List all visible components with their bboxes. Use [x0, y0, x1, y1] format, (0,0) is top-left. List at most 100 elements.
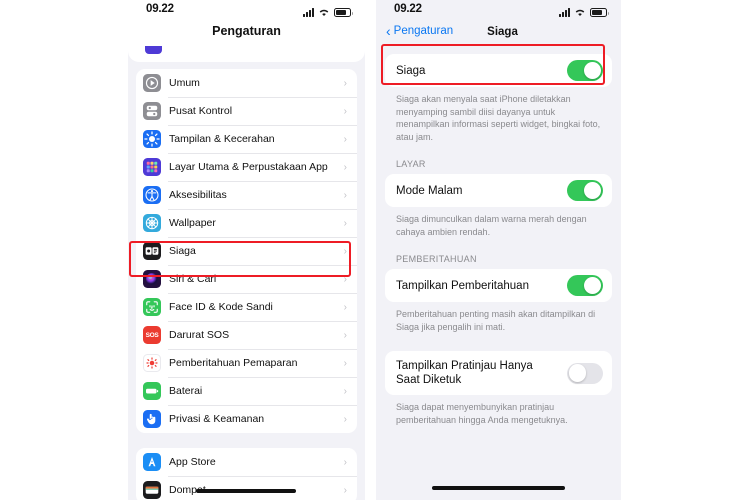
show-preview-card: Tampilkan Pratinjau Hanya Saat Diketuk — [385, 351, 612, 395]
toggle-knob — [583, 61, 602, 80]
show-notifications-card: Tampilkan Pemberitahuan — [385, 269, 612, 302]
sidebar-item-aksesibilitas[interactable]: Aksesibilitas › — [136, 181, 357, 209]
night-mode-toggle[interactable] — [567, 180, 603, 201]
standby-settings-scroll[interactable]: Siaga Siaga akan menyala saat iPhone dil… — [376, 54, 621, 500]
status-bar-icons — [303, 5, 353, 17]
sidebar-item-label: Umum — [169, 76, 200, 89]
chevron-right-icon: › — [343, 456, 347, 468]
home-indicator-right — [432, 486, 565, 490]
left-settings-scroll[interactable]: Umum › Pusat Kontrol › Tampilan & Kecera… — [128, 69, 365, 500]
sidebar-item-label: Baterai — [169, 384, 203, 397]
main-settings-group: Umum › Pusat Kontrol › Tampilan & Kecera… — [136, 69, 357, 433]
sidebar-item-pusat-kontrol[interactable]: Pusat Kontrol › — [136, 97, 357, 125]
sidebar-item-siaga[interactable]: Siaga › — [136, 237, 357, 265]
sidebar-item-dompet[interactable]: Dompet › — [136, 476, 357, 500]
privacy-hand-icon — [143, 410, 161, 428]
sidebar-item-label: Siaga — [169, 244, 196, 257]
home-indicator-left — [196, 489, 296, 493]
sidebar-item-app-store[interactable]: App Store › — [136, 448, 357, 476]
row-label: Tampilkan Pratinjau Hanya Saat Diketuk — [396, 360, 533, 386]
battery-green-icon — [143, 382, 161, 400]
row-label: Siaga — [396, 64, 426, 77]
standby-main-card: Siaga — [385, 54, 612, 87]
chevron-right-icon: › — [343, 217, 347, 229]
sidebar-item-face-id[interactable]: Face ID & Kode Sandi › — [136, 293, 357, 321]
left-status-bar: 09.22 — [128, 0, 365, 22]
sidebar-item-label: Privasi & Keamanan — [169, 412, 265, 425]
standby-icon — [143, 242, 161, 260]
wifi-icon — [574, 8, 586, 17]
toggle-knob — [583, 181, 602, 200]
sidebar-item-label: Pusat Kontrol — [169, 104, 233, 117]
page-title: Pengaturan — [212, 24, 281, 38]
app-store-icon — [143, 453, 161, 471]
sidebar-item-label: Darurat SOS — [169, 328, 230, 341]
left-nav-bar: Pengaturan — [128, 22, 365, 46]
sos-icon: SOS — [143, 326, 161, 344]
wallet-icon — [143, 481, 161, 499]
sidebar-item-pemberitahuan-pemaparan[interactable]: Pemberitahuan Pemaparan › — [136, 349, 357, 377]
sidebar-item-wallpaper[interactable]: Wallpaper › — [136, 209, 357, 237]
brightness-icon — [143, 130, 161, 148]
standby-footnote: Siaga akan menyala saat iPhone diletakka… — [396, 94, 601, 142]
chevron-right-icon: › — [343, 413, 347, 425]
sidebar-item-label: Aksesibilitas — [169, 188, 227, 201]
chevron-right-icon: › — [343, 385, 347, 397]
sidebar-item-label: App Store — [169, 455, 216, 468]
sidebar-item-label: Tampilan & Kecerahan — [169, 132, 275, 145]
show-preview-on-tap-row[interactable]: Tampilkan Pratinjau Hanya Saat Diketuk — [385, 351, 612, 395]
chevron-right-icon: › — [343, 245, 347, 257]
cellular-bars-icon — [303, 8, 314, 17]
sidebar-item-privasi-keamanan[interactable]: Privasi & Keamanan › — [136, 405, 357, 433]
show-notifications-footnote: Pemberitahuan penting masih akan ditampi… — [396, 309, 596, 332]
sidebar-item-label: Face ID & Kode Sandi — [169, 300, 273, 313]
toggle-knob — [583, 276, 602, 295]
wallpaper-icon — [143, 214, 161, 232]
chevron-right-icon: › — [343, 133, 347, 145]
standby-toggle[interactable] — [567, 60, 603, 81]
control-center-icon — [143, 102, 161, 120]
sidebar-item-baterai[interactable]: Baterai › — [136, 377, 357, 405]
row-label: Tampilkan Pemberitahuan — [396, 279, 529, 292]
night-mode-footnote: Siaga dimunculkan dalam warna merah deng… — [396, 214, 587, 237]
chevron-right-icon: › — [343, 357, 347, 369]
left-scroll-clip — [128, 46, 365, 62]
sidebar-item-tampilan-kecerahan[interactable]: Tampilan & Kecerahan › — [136, 125, 357, 153]
night-mode-row[interactable]: Mode Malam — [385, 174, 612, 207]
chevron-right-icon: › — [343, 484, 347, 496]
sidebar-item-siri-cari[interactable]: Siri & Cari › — [136, 265, 357, 293]
standby-main-toggle-row[interactable]: Siaga — [385, 54, 612, 87]
chevron-right-icon: › — [343, 105, 347, 117]
home-screen-icon — [143, 158, 161, 176]
sidebar-item-label: Pemberitahuan Pemaparan — [169, 356, 298, 369]
section-header-pemberitahuan: PEMBERITAHUAN — [396, 254, 477, 264]
sidebar-item-umum[interactable]: Umum › — [136, 69, 357, 97]
exposure-notification-icon — [143, 354, 161, 372]
sidebar-item-label: Siri & Cari — [169, 272, 217, 285]
chevron-right-icon: › — [343, 329, 347, 341]
chevron-right-icon: › — [343, 301, 347, 313]
show-preview-toggle[interactable] — [567, 362, 603, 384]
row-label: Mode Malam — [396, 184, 463, 197]
sidebar-item-layar-utama[interactable]: Layar Utama & Perpustakaan App › — [136, 153, 357, 181]
left-phone-screen: 09.22 Pengaturan Umum › Pusat Kontrol › … — [128, 0, 365, 500]
right-nav-bar: ‹ Pengaturan Siaga — [376, 22, 621, 46]
sidebar-item-label: Wallpaper — [169, 216, 216, 229]
section-header-layar: LAYAR — [396, 159, 426, 169]
show-notifications-toggle[interactable] — [567, 275, 603, 296]
accessibility-icon — [143, 186, 161, 204]
wifi-icon — [318, 8, 330, 17]
show-notifications-row[interactable]: Tampilkan Pemberitahuan — [385, 269, 612, 302]
sidebar-item-darurat-sos[interactable]: SOS Darurat SOS › — [136, 321, 357, 349]
battery-icon — [334, 8, 353, 17]
chevron-right-icon: › — [343, 77, 347, 89]
status-bar-time: 09.22 — [146, 3, 174, 15]
face-id-icon — [143, 298, 161, 316]
right-status-bar: 09.22 — [376, 0, 621, 22]
chevron-right-icon: › — [343, 189, 347, 201]
night-mode-card: Mode Malam — [385, 174, 612, 207]
chevron-right-icon: › — [343, 161, 347, 173]
status-bar-icons — [559, 5, 609, 17]
right-phone-screen: 09.22 ‹ Pengaturan Siaga Siaga Siaga aka… — [376, 0, 621, 500]
status-bar-time: 09.22 — [394, 3, 422, 15]
